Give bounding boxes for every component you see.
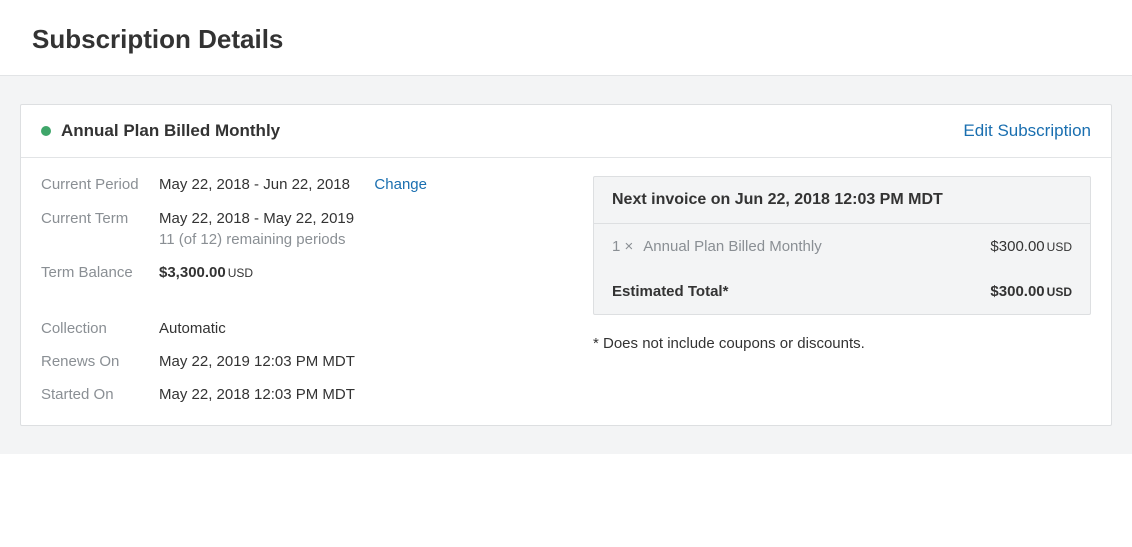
invoice-total-label: Estimated Total* (612, 283, 728, 300)
invoice-column: Next invoice on Jun 22, 2018 12:03 PM MD… (593, 176, 1091, 403)
row-renews-on: Renews On May 22, 2019 12:03 PM MDT (41, 353, 569, 370)
content-area: Annual Plan Billed Monthly Edit Subscrip… (0, 75, 1132, 454)
row-collection: Collection Automatic (41, 320, 569, 337)
edit-subscription-link[interactable]: Edit Subscription (963, 121, 1091, 141)
invoice-footnote: * Does not include coupons or discounts. (593, 335, 1091, 352)
row-started-on: Started On May 22, 2018 12:03 PM MDT (41, 386, 569, 403)
label-term-balance: Term Balance (41, 264, 159, 281)
label-current-term: Current Term (41, 210, 159, 227)
plan-title-wrap: Annual Plan Billed Monthly (41, 121, 280, 141)
invoice-line-item: 1 × Annual Plan Billed Monthly $300.00US… (594, 224, 1090, 269)
value-term-balance: $3,300.00 (159, 264, 226, 281)
row-current-term: Current Term May 22, 2018 - May 22, 2019… (41, 210, 569, 248)
label-current-period: Current Period (41, 176, 159, 193)
label-started-on: Started On (41, 386, 159, 403)
page-title: Subscription Details (0, 0, 1132, 75)
invoice-total-amount: $300.00USD (990, 283, 1072, 300)
value-remaining-periods: 11 (of 12) remaining periods (159, 231, 354, 248)
invoice-header: Next invoice on Jun 22, 2018 12:03 PM MD… (594, 177, 1090, 224)
change-period-link[interactable]: Change (374, 176, 427, 193)
invoice-line-amount: $300.00USD (990, 238, 1072, 255)
row-current-period: Current Period May 22, 2018 - Jun 22, 20… (41, 176, 569, 194)
invoice-total-line: Estimated Total* $300.00USD (594, 269, 1090, 314)
value-current-term: May 22, 2018 - May 22, 2019 (159, 210, 354, 227)
details-column: Current Period May 22, 2018 - Jun 22, 20… (41, 176, 569, 403)
value-renews-on: May 22, 2019 12:03 PM MDT (159, 353, 355, 370)
invoice-line-qty: 1 × (612, 238, 633, 255)
row-term-balance: Term Balance $3,300.00USD (41, 264, 569, 282)
card-header: Annual Plan Billed Monthly Edit Subscrip… (21, 105, 1111, 158)
value-started-on: May 22, 2018 12:03 PM MDT (159, 386, 355, 403)
plan-name: Annual Plan Billed Monthly (61, 121, 280, 141)
invoice-line-name: Annual Plan Billed Monthly (643, 238, 821, 255)
currency-term-balance: USD (228, 266, 253, 280)
value-collection: Automatic (159, 320, 226, 337)
status-dot-icon (41, 126, 51, 136)
spacer (41, 298, 569, 320)
label-renews-on: Renews On (41, 353, 159, 370)
label-collection: Collection (41, 320, 159, 337)
card-body: Current Period May 22, 2018 - Jun 22, 20… (21, 158, 1111, 425)
value-current-period: May 22, 2018 - Jun 22, 2018 (159, 176, 350, 193)
subscription-card: Annual Plan Billed Monthly Edit Subscrip… (20, 104, 1112, 426)
next-invoice-box: Next invoice on Jun 22, 2018 12:03 PM MD… (593, 176, 1091, 315)
